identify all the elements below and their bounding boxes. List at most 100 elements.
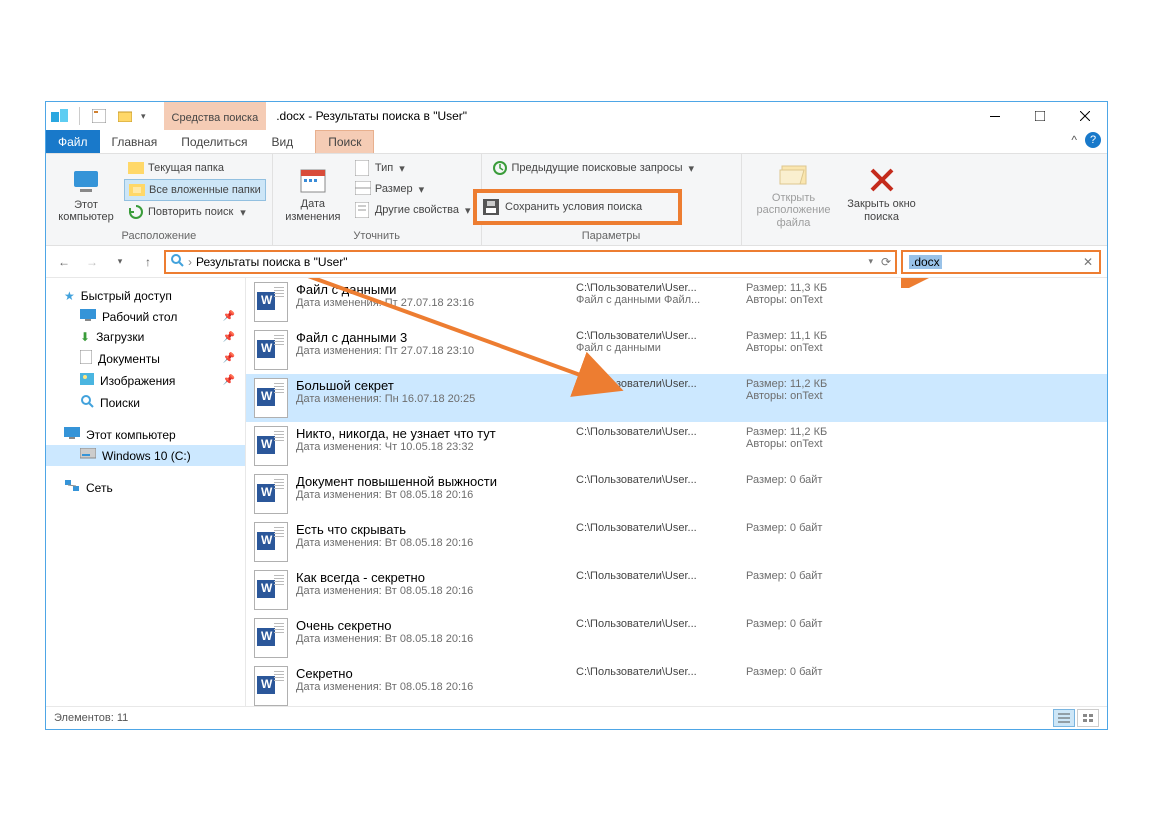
current-folder-button[interactable]: Текущая папка xyxy=(124,158,266,178)
file-authors: Авторы: onText xyxy=(746,390,886,402)
desktop-icon xyxy=(80,309,96,324)
file-size: Размер: 11,3 КБ xyxy=(746,282,886,294)
pc-icon xyxy=(64,427,80,442)
word-doc-icon xyxy=(254,570,288,610)
file-row[interactable]: Как всегда - секретно Дата изменения: Вт… xyxy=(246,566,1107,614)
sidebar-quick-access[interactable]: ★Быстрый доступ xyxy=(46,286,245,306)
new-folder-icon[interactable] xyxy=(115,106,135,126)
file-row[interactable]: Файл с данными 3 Дата изменения: Пт 27.0… xyxy=(246,326,1107,374)
file-date: Дата изменения: Пн 16.07.18 20:25 xyxy=(296,393,576,405)
properties-icon[interactable] xyxy=(89,106,109,126)
documents-icon xyxy=(80,350,92,367)
other-props-button[interactable]: Другие свойства▾ xyxy=(351,200,475,220)
up-button[interactable]: ↑ xyxy=(136,250,160,274)
file-row[interactable]: Есть что скрывать Дата изменения: Вт 08.… xyxy=(246,518,1107,566)
file-name: Секретно xyxy=(296,666,576,681)
file-name: Никто, никогда, не узнает что тут xyxy=(296,426,576,441)
file-path: C:\Пользователи\User... xyxy=(576,666,746,678)
contextual-tab-label: Средства поиска xyxy=(164,102,267,130)
date-modified-button[interactable]: Дата изменения xyxy=(279,158,347,229)
tab-home[interactable]: Главная xyxy=(100,130,170,153)
sidebar-network[interactable]: Сеть xyxy=(46,476,245,499)
back-button[interactable]: ← xyxy=(52,250,76,274)
search-input[interactable]: .docx ✕ xyxy=(901,250,1101,274)
search-results-icon xyxy=(170,253,184,270)
file-name: Документ повышенной выжности xyxy=(296,474,576,489)
results-list: Файл с данными Дата изменения: Пт 27.07.… xyxy=(246,278,1107,706)
file-name: Очень секретно xyxy=(296,618,576,633)
network-icon xyxy=(64,479,80,496)
size-button[interactable]: Размер▾ xyxy=(351,179,475,199)
location-group-label: Расположение xyxy=(52,229,266,243)
sidebar-this-pc[interactable]: Этот компьютер xyxy=(46,424,245,445)
pin-icon: 📌 xyxy=(223,353,235,364)
pin-icon: 📌 xyxy=(223,375,235,386)
qat-dropdown-icon[interactable]: ▾ xyxy=(141,111,146,122)
clear-search-icon[interactable]: ✕ xyxy=(1083,255,1093,269)
minimize-button[interactable] xyxy=(972,102,1017,130)
refresh-icon[interactable]: ⟳ xyxy=(881,255,891,269)
file-name: Как всегда - секретно xyxy=(296,570,576,585)
file-row[interactable]: Документ повышенной выжности Дата измене… xyxy=(246,470,1107,518)
file-row[interactable]: Файл с данными Дата изменения: Пт 27.07.… xyxy=(246,278,1107,326)
sidebar-downloads[interactable]: ⬇Загрузки📌 xyxy=(46,327,245,347)
tab-file[interactable]: Файл xyxy=(46,130,100,153)
open-location-button[interactable]: Открыть расположение файла xyxy=(748,158,840,229)
file-date: Дата изменения: Вт 08.05.18 20:16 xyxy=(296,537,576,549)
word-doc-icon xyxy=(254,618,288,658)
details-view-button[interactable] xyxy=(1053,709,1075,727)
address-bar: ← → ▾ ↑ › Результаты поиска в "User" ⟳ ▾… xyxy=(46,246,1107,278)
file-row[interactable]: Очень секретно Дата изменения: Вт 08.05.… xyxy=(246,614,1107,662)
ribbon-tabs: Файл Главная Поделиться Вид Поиск ^ ? xyxy=(46,130,1107,154)
type-button[interactable]: Тип▾ xyxy=(351,158,475,178)
star-icon: ★ xyxy=(64,289,75,303)
file-date: Дата изменения: Вт 08.05.18 20:16 xyxy=(296,681,576,693)
forward-button[interactable]: → xyxy=(80,250,104,274)
file-row[interactable]: Большой секрет Дата изменения: Пн 16.07.… xyxy=(246,374,1107,422)
item-count: Элементов: 11 xyxy=(54,712,128,724)
maximize-button[interactable] xyxy=(1017,102,1062,130)
recent-searches-button[interactable]: Предыдущие поисковые запросы▾ xyxy=(488,158,735,178)
word-doc-icon xyxy=(254,330,288,370)
tab-share[interactable]: Поделиться xyxy=(169,130,259,153)
history-dropdown-icon[interactable]: ▾ xyxy=(868,256,873,267)
word-doc-icon xyxy=(254,426,288,466)
file-date: Дата изменения: Пт 27.07.18 23:16 xyxy=(296,297,576,309)
sidebar-pictures[interactable]: Изображения📌 xyxy=(46,370,245,391)
save-search-highlight: Сохранить условия поиска xyxy=(473,189,682,225)
search-folder-icon xyxy=(80,394,94,411)
tab-view[interactable]: Вид xyxy=(259,130,305,153)
date-modified-label: Дата изменения xyxy=(279,198,347,222)
file-row[interactable]: Никто, никогда, не узнает что тут Дата и… xyxy=(246,422,1107,470)
file-size: Размер: 11,1 КБ xyxy=(746,330,886,342)
file-authors: Авторы: onText xyxy=(746,438,886,450)
close-search-button[interactable]: Закрыть окно поиска xyxy=(844,158,920,229)
sidebar-searches[interactable]: Поиски xyxy=(46,391,245,414)
sidebar-documents[interactable]: Документы📌 xyxy=(46,347,245,370)
search-value: .docx xyxy=(909,255,942,269)
this-pc-button[interactable]: Этот компьютер xyxy=(52,158,120,229)
file-path: C:\Пользователи\User... xyxy=(576,522,746,534)
tab-search[interactable]: Поиск xyxy=(315,130,374,153)
explorer-icon xyxy=(50,106,70,126)
recent-button[interactable]: ▾ xyxy=(108,250,132,274)
file-date: Дата изменения: Чт 10.05.18 23:32 xyxy=(296,441,576,453)
close-button[interactable] xyxy=(1062,102,1107,130)
file-size: Размер: 0 байт xyxy=(746,474,886,486)
save-search-label[interactable]: Сохранить условия поиска xyxy=(505,201,642,213)
status-bar: Элементов: 11 xyxy=(46,706,1107,729)
sidebar-desktop[interactable]: Рабочий стол📌 xyxy=(46,306,245,327)
file-size: Размер: 0 байт xyxy=(746,618,886,630)
collapse-ribbon-icon[interactable]: ^ xyxy=(1071,133,1077,147)
sidebar-drive-c[interactable]: Windows 10 (C:) xyxy=(46,445,245,466)
file-path: C:\Пользователи\User... xyxy=(576,570,746,582)
breadcrumb[interactable]: › Результаты поиска в "User" ⟳ ▾ xyxy=(164,250,897,274)
file-date: Дата изменения: Вт 08.05.18 20:16 xyxy=(296,489,576,501)
icons-view-button[interactable] xyxy=(1077,709,1099,727)
file-row[interactable]: Секретно Дата изменения: Вт 08.05.18 20:… xyxy=(246,662,1107,706)
help-icon[interactable]: ? xyxy=(1085,132,1101,148)
all-subfolders-button[interactable]: Все вложенные папки xyxy=(124,179,266,201)
search-again-button[interactable]: Повторить поиск▾ xyxy=(124,202,266,222)
ribbon: Этот компьютер Текущая папка Все вложенн… xyxy=(46,154,1107,246)
file-size: Размер: 11,2 КБ xyxy=(746,378,886,390)
